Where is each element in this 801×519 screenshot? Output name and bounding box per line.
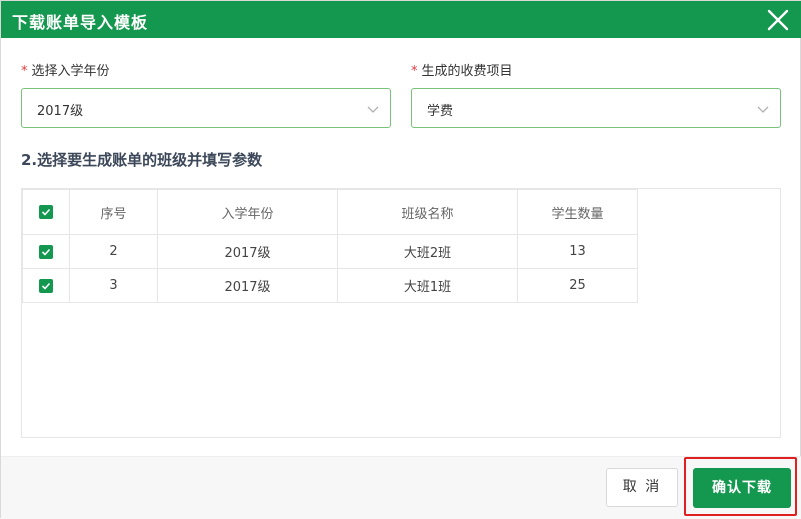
enroll-year-value: 2017级 bbox=[37, 104, 84, 119]
table-row: 3 2017级 大班1班 25 bbox=[22, 268, 638, 303]
select-all-cell bbox=[22, 189, 70, 235]
header-no: 序号 bbox=[69, 189, 158, 235]
class-table: 序号 入学年份 班级名称 学生数量 2 2017级 大班2班 13 3 2017… bbox=[22, 189, 638, 303]
row-checkbox[interactable] bbox=[39, 278, 53, 293]
fee-item-label-text: 生成的收费项目 bbox=[421, 64, 513, 79]
cell-class-name: 大班2班 bbox=[337, 234, 518, 269]
header-student-count: 学生数量 bbox=[517, 189, 638, 235]
table-row: 2 2017级 大班2班 13 bbox=[22, 234, 638, 269]
chevron-down-icon bbox=[756, 101, 770, 115]
confirm-download-button[interactable]: 确认下载 bbox=[693, 468, 791, 508]
required-mark: * bbox=[21, 64, 28, 79]
cell-student-count: 25 bbox=[517, 268, 638, 303]
row-select-cell bbox=[22, 268, 70, 303]
row-select-cell bbox=[22, 234, 70, 269]
enroll-year-label-text: 选择入学年份 bbox=[31, 64, 110, 79]
header-class-name: 班级名称 bbox=[337, 189, 518, 235]
dialog-title: 下载账单导入模板 bbox=[12, 13, 149, 32]
required-mark: * bbox=[411, 64, 418, 79]
fee-item-select[interactable]: 学费 bbox=[411, 88, 781, 128]
cancel-button[interactable]: 取 消 bbox=[606, 468, 678, 507]
dialog-footer bbox=[1, 456, 801, 519]
cell-year: 2017级 bbox=[157, 234, 338, 269]
cell-year: 2017级 bbox=[157, 268, 338, 303]
row-checkbox[interactable] bbox=[39, 244, 53, 259]
download-template-dialog: 下载账单导入模板 * 选择入学年份 2017级 * 生成的收费项目 学费 2.选择要… bbox=[0, 0, 801, 519]
table-header-row: 序号 入学年份 班级名称 学生数量 bbox=[22, 189, 638, 235]
check-icon bbox=[41, 248, 51, 256]
cell-no: 2 bbox=[69, 234, 158, 269]
check-icon bbox=[41, 208, 51, 216]
section-title: 2.选择要生成账单的班级并填写参数 bbox=[21, 151, 263, 169]
check-icon bbox=[41, 282, 51, 290]
cell-no: 3 bbox=[69, 268, 158, 303]
header-year: 入学年份 bbox=[157, 189, 338, 235]
fee-item-label: * 生成的收费项目 bbox=[411, 60, 513, 79]
chevron-down-icon bbox=[366, 101, 380, 115]
close-icon[interactable] bbox=[767, 9, 789, 31]
enroll-year-label: * 选择入学年份 bbox=[21, 60, 110, 79]
cell-student-count: 13 bbox=[517, 234, 638, 269]
dialog-header: 下载账单导入模板 bbox=[1, 1, 801, 38]
enroll-year-select[interactable]: 2017级 bbox=[21, 88, 391, 128]
class-table-container: 序号 入学年份 班级名称 学生数量 2 2017级 大班2班 13 3 2017… bbox=[21, 188, 781, 438]
fee-item-value: 学费 bbox=[427, 104, 454, 119]
select-all-checkbox[interactable] bbox=[39, 205, 53, 219]
cell-class-name: 大班1班 bbox=[337, 268, 518, 303]
